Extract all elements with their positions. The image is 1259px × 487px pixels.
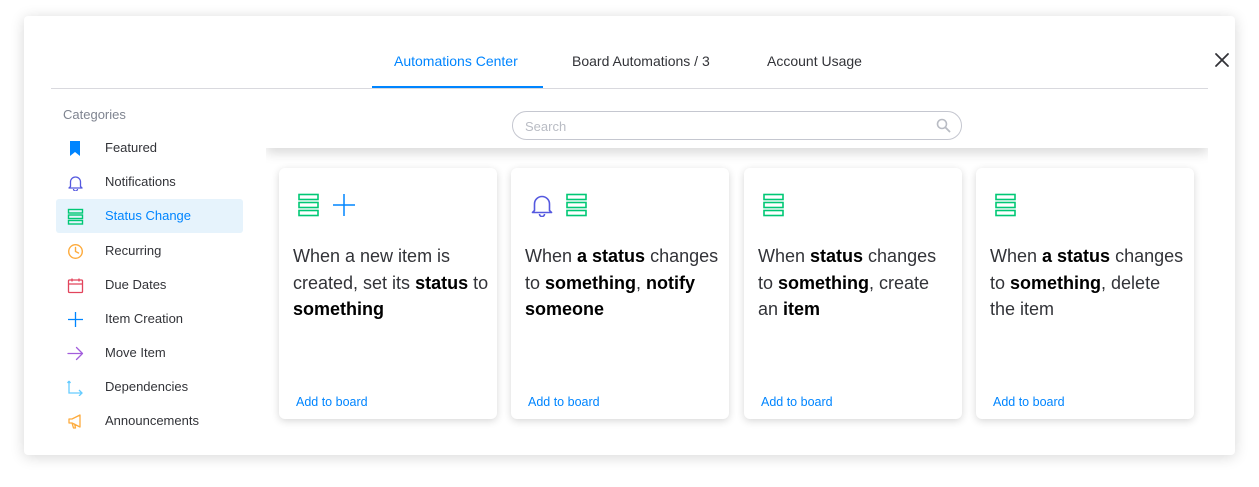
status-list-icon [995, 193, 1016, 217]
tab-board-automations[interactable]: Board Automations / 3 [572, 53, 710, 69]
status-list-icon [298, 193, 319, 217]
active-tab-indicator [372, 86, 543, 88]
card-icons [995, 193, 1025, 217]
category-label: Item Creation [105, 311, 184, 326]
category-label: Notifications [105, 174, 176, 189]
add-to-board-link[interactable]: Add to board [993, 395, 1065, 409]
plus-icon [68, 312, 83, 327]
category-label: Due Dates [105, 277, 167, 292]
automation-card[interactable]: When a status changes to something, noti… [511, 168, 729, 419]
search-field [512, 111, 962, 140]
automation-card[interactable]: When a new item is created, set its stat… [279, 168, 497, 419]
status-list-icon [67, 208, 84, 225]
dependency-icon [67, 380, 83, 396]
search-icon[interactable] [936, 118, 951, 133]
category-dependencies[interactable]: Dependencies [56, 370, 243, 404]
card-description: When a new item is created, set its stat… [293, 246, 489, 319]
category-move-item[interactable]: Move Item [56, 336, 243, 370]
status-list-icon [763, 193, 784, 217]
add-to-board-link[interactable]: Add to board [528, 395, 600, 409]
tab-bar: Automations Center Board Automations / 3… [51, 16, 1229, 89]
card-icons [763, 193, 793, 217]
category-notifications[interactable]: Notifications [56, 165, 243, 199]
card-icons [298, 193, 364, 217]
category-due-dates[interactable]: Due Dates [56, 268, 243, 302]
bell-icon [531, 195, 553, 218]
card-description: When a status changes to something, dele… [990, 246, 1184, 319]
search-input[interactable] [525, 117, 925, 135]
megaphone-icon [68, 414, 81, 429]
category-announcements[interactable]: Announcements [56, 404, 243, 438]
tab-account-usage[interactable]: Account Usage [767, 53, 862, 69]
add-to-board-link[interactable]: Add to board [761, 395, 833, 409]
tab-automations-center[interactable]: Automations Center [394, 53, 518, 69]
category-recurring[interactable]: Recurring [56, 234, 243, 268]
close-x-icon[interactable] [1213, 51, 1231, 69]
calendar-icon [67, 278, 84, 294]
plus-icon [333, 194, 356, 216]
category-status-change[interactable]: Status Change [56, 199, 243, 233]
status-list-icon [566, 193, 588, 217]
bell-icon [68, 176, 83, 191]
automation-card[interactable]: When a status changes to something, dele… [976, 168, 1194, 419]
category-featured[interactable]: Featured [56, 131, 243, 165]
bookmark-icon [70, 141, 80, 156]
category-item-creation[interactable]: Item Creation [56, 302, 243, 336]
automation-card[interactable]: When status changes to something, create… [744, 168, 962, 419]
card-description: When status changes to something, create… [758, 246, 937, 319]
automations-modal: Automations Center Board Automations / 3… [24, 16, 1235, 455]
category-label: Recurring [105, 243, 162, 258]
category-label: Move Item [105, 345, 166, 360]
arrow-right-icon [67, 346, 84, 361]
clock-icon [67, 243, 84, 260]
card-description: When a status changes to something, noti… [525, 246, 719, 319]
category-label: Announcements [105, 413, 199, 428]
automation-cards: When a new item is created, set its stat… [266, 148, 1208, 431]
category-label: Status Change [105, 208, 192, 223]
add-to-board-link[interactable]: Add to board [296, 395, 368, 409]
categories-title: Categories [63, 107, 126, 122]
category-label: Dependencies [105, 379, 189, 394]
card-icons [530, 193, 596, 218]
category-label: Featured [105, 140, 158, 155]
